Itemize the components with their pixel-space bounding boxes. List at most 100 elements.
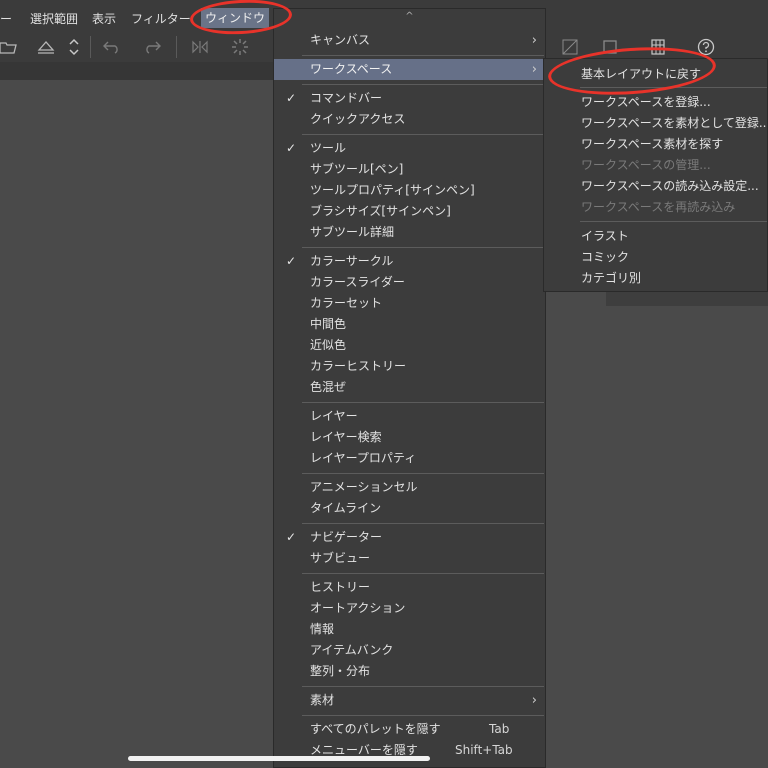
menu-separator <box>580 221 767 222</box>
menu-item-label: 素材 <box>310 693 335 707</box>
menu-selection[interactable]: 選択範囲 <box>30 10 78 28</box>
menu-item-animation-cel[interactable]: アニメーションセル <box>274 477 545 498</box>
submenu-item-find-workspace-material[interactable]: ワークスペース素材を探す <box>544 134 767 155</box>
menu-item-label: クイックアクセス <box>310 112 406 126</box>
menu-layer-partial[interactable]: ー <box>0 10 12 28</box>
submenu-item-register-workspace[interactable]: ワークスペースを登録... <box>544 92 767 113</box>
transparency-icon[interactable] <box>558 36 582 58</box>
menu-item-label: コマンドバー <box>310 91 383 105</box>
menu-item-intermediate-color[interactable]: 中間色 <box>274 314 545 335</box>
menu-item-align-distribute[interactable]: 整列・分布 <box>274 661 545 682</box>
menu-item-color-history[interactable]: カラーヒストリー <box>274 356 545 377</box>
menu-separator <box>302 573 544 574</box>
check-icon: ✓ <box>285 91 297 105</box>
menu-separator <box>302 402 544 403</box>
up-down-arrows-icon[interactable] <box>62 36 86 58</box>
menu-separator <box>302 473 544 474</box>
bucket-icon[interactable] <box>34 36 58 58</box>
menu-item-approximate-color[interactable]: 近似色 <box>274 335 545 356</box>
menu-item-color-set[interactable]: カラーセット <box>274 293 545 314</box>
redo-icon[interactable] <box>140 36 164 58</box>
menu-item-brush-size[interactable]: ブラシサイズ[サインペン] <box>274 201 545 222</box>
menu-item-label: カラーサークル <box>310 254 394 268</box>
menu-item-label: メニューバーを隠す <box>310 743 418 757</box>
submenu-item-comic[interactable]: コミック <box>544 247 767 268</box>
menu-item-auto-action[interactable]: オートアクション <box>274 598 545 619</box>
menu-item-label: キャンバス <box>310 33 371 47</box>
chevron-right-icon: › <box>531 693 537 708</box>
check-icon: ✓ <box>285 530 297 544</box>
menu-view[interactable]: 表示 <box>92 10 116 28</box>
menu-item-history[interactable]: ヒストリー <box>274 577 545 598</box>
menu-filter[interactable]: フィルター <box>131 10 191 28</box>
submenu-item-register-as-material[interactable]: ワークスペースを素材として登録... <box>544 113 767 134</box>
menu-item-navigator[interactable]: ✓ ナビゲーター <box>274 527 545 548</box>
menu-item-material[interactable]: 素材 › <box>274 690 545 711</box>
menu-item-layer[interactable]: レイヤー <box>274 406 545 427</box>
menu-item-label: タイムライン <box>310 501 382 515</box>
menu-item-tool[interactable]: ✓ ツール <box>274 138 545 159</box>
menu-item-canvas[interactable]: キャンバス › <box>274 30 545 51</box>
menu-item-color-slider[interactable]: カラースライダー <box>274 272 545 293</box>
menu-item-subtool[interactable]: サブツール[ペン] <box>274 159 545 180</box>
menu-item-label: サブツール詳細 <box>310 225 395 239</box>
loading-spinner-icon[interactable] <box>228 36 252 58</box>
menu-item-label: 中間色 <box>310 317 347 331</box>
flip-icon[interactable] <box>188 36 212 58</box>
menu-item-color-wheel[interactable]: ✓ カラーサークル <box>274 251 545 272</box>
menu-item-label: サブツール[ペン] <box>310 162 404 176</box>
scroll-up-icon[interactable]: ^ <box>274 9 545 23</box>
shortcut-label: Tab <box>489 722 510 736</box>
menu-item-info[interactable]: 情報 <box>274 619 545 640</box>
menu-item-label: カラースライダー <box>310 275 405 289</box>
toolbar-separator <box>176 36 177 58</box>
menu-item-label: カラーセット <box>310 296 383 310</box>
check-icon: ✓ <box>285 254 297 268</box>
menu-item-item-bank[interactable]: アイテムバンク <box>274 640 545 661</box>
menu-item-label: ナビゲーター <box>310 530 383 544</box>
chevron-right-icon: › <box>531 33 537 48</box>
menu-item-label: アニメーションセル <box>310 480 418 494</box>
submenu-item-manage-workspace: ワークスペースの管理... <box>581 158 711 172</box>
submenu-item-reload-workspace: ワークスペースを再読み込み <box>581 200 736 214</box>
toolbar-separator <box>90 36 91 58</box>
menu-item-hide-all-palettes[interactable]: すべてのパレットを隠す Tab <box>274 719 545 740</box>
chevron-right-icon: › <box>531 62 537 77</box>
menu-item-label: ワークスペース <box>310 62 393 76</box>
menu-item-quick-access[interactable]: クイックアクセス <box>274 109 545 130</box>
menu-item-timeline[interactable]: タイムライン <box>274 498 545 519</box>
menu-separator <box>302 84 544 85</box>
menu-item-label: サブビュー <box>310 551 371 565</box>
menu-separator <box>302 247 544 248</box>
menu-item-tool-property[interactable]: ツールプロパティ[サインペン] <box>274 180 545 201</box>
submenu-item-load-settings[interactable]: ワークスペースの読み込み設定... <box>544 176 767 197</box>
menu-separator <box>302 523 544 524</box>
menu-item-label: ヒストリー <box>310 580 371 594</box>
submenu-item-by-category[interactable]: カテゴリ別 <box>544 268 767 289</box>
menu-item-label: 近似色 <box>310 338 347 352</box>
shortcut-label: Shift+Tab <box>455 743 513 757</box>
menu-item-label: すべてのパレットを隠す <box>310 722 441 736</box>
submenu-item-illustration[interactable]: イラスト <box>544 226 767 247</box>
menu-item-label: レイヤープロパティ <box>310 451 417 465</box>
menu-item-label: 色混ぜ <box>310 380 347 394</box>
menu-item-label: ツールプロパティ[サインペン] <box>310 183 475 197</box>
menu-item-color-mixing[interactable]: 色混ぜ <box>274 377 545 398</box>
menu-item-sub-view[interactable]: サブビュー <box>274 548 545 569</box>
menu-item-label: アイテムバンク <box>310 643 394 657</box>
menu-separator <box>302 55 544 56</box>
undo-icon[interactable] <box>100 36 124 58</box>
open-folder-icon[interactable] <box>0 36 20 58</box>
menu-item-layer-search[interactable]: レイヤー検索 <box>274 427 545 448</box>
menu-item-layer-property[interactable]: レイヤープロパティ <box>274 448 545 469</box>
menu-item-label: レイヤー検索 <box>310 430 382 444</box>
menu-separator <box>302 134 544 135</box>
menu-item-workspace[interactable]: ワークスペース › <box>274 59 545 80</box>
menu-item-label: カラーヒストリー <box>310 359 407 373</box>
menu-item-subtool-detail[interactable]: サブツール詳細 <box>274 222 545 243</box>
menu-separator <box>302 715 544 716</box>
menu-item-label: ツール <box>310 141 347 155</box>
menu-item-command-bar[interactable]: ✓ コマンドバー <box>274 88 545 109</box>
check-icon: ✓ <box>285 141 297 155</box>
menu-separator <box>302 686 544 687</box>
